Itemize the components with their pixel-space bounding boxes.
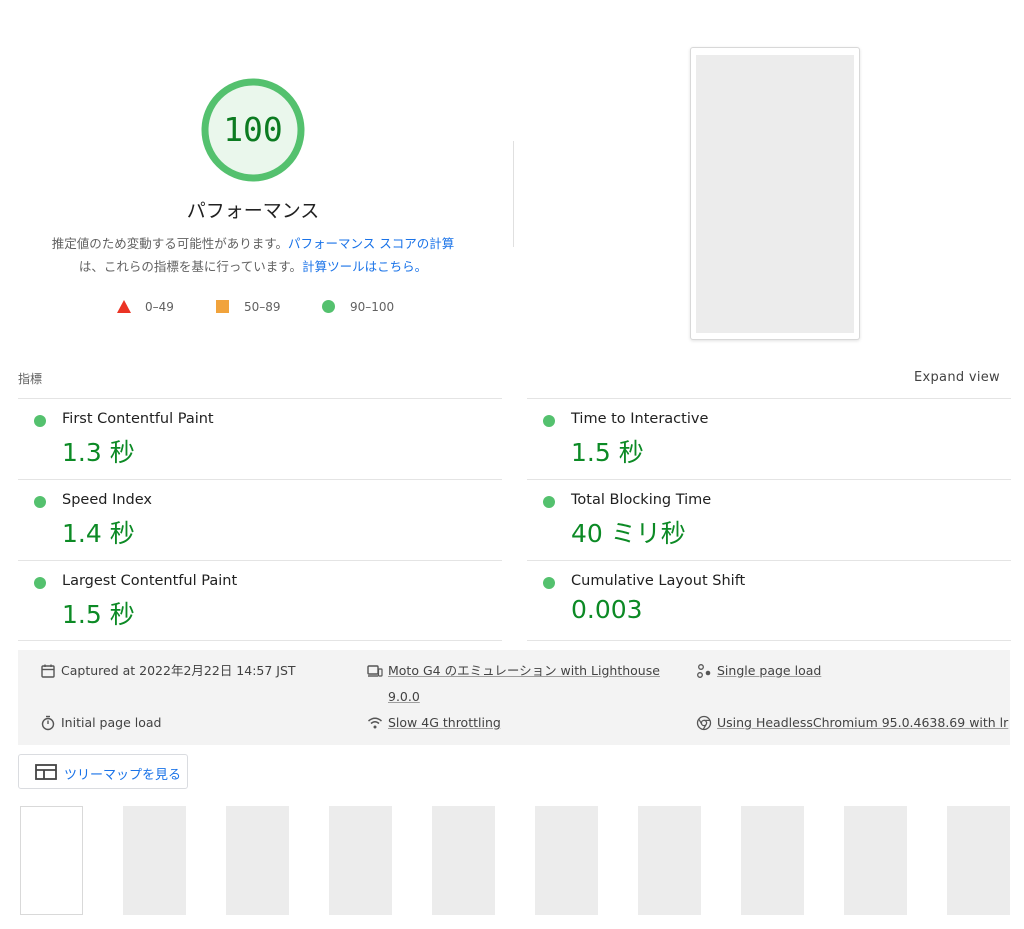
initial-page-load-text: Initial page load [61,715,162,730]
view-treemap-button[interactable]: ツリーマップを見る [18,754,188,789]
metric-total-blocking-time: Total Blocking Time 40 ミリ秒 [527,479,1011,560]
triangle-icon [117,300,131,313]
pass-circle-icon [34,577,46,589]
metric-time-to-interactive: Time to Interactive 1.5 秒 [527,398,1011,479]
filmstrip-frame [226,806,289,915]
legend-label: 50–89 [244,300,281,314]
wifi-icon [368,717,382,729]
metric-value: 1.5 秒 [62,600,135,629]
metric-name: Speed Index [62,492,152,508]
final-screenshot-image [696,55,854,333]
filmstrip-frame [432,806,495,915]
square-icon [216,300,229,313]
calendar-icon [41,664,55,678]
category-title: パフォーマンス [186,200,320,222]
filmstrip-frame [535,806,598,915]
lighthouse-version-text[interactable]: 9.0.0 [388,684,420,710]
score-description: 推定値のため変動する可能性があります。パフォーマンス スコアの計算 は、これらの… [0,232,506,278]
metric-first-contentful-paint: First Contentful Paint 1.3 秒 [18,398,502,479]
metric-speed-index: Speed Index 1.4 秒 [18,479,502,560]
filmstrip-frame [20,806,83,915]
performance-gauge: 100 [200,77,306,183]
metric-name: Largest Contentful Paint [62,573,238,589]
metric-name: Time to Interactive [571,411,709,427]
metric-value: 40 ミリ秒 [571,519,686,548]
vertical-divider [513,141,514,247]
description-line-1: 推定値のため変動する可能性があります。パフォーマンス スコアの計算 [0,232,506,255]
metric-name: First Contentful Paint [62,411,214,427]
metric-value: 1.5 秒 [571,438,644,467]
final-screenshot[interactable] [690,47,860,340]
metric-largest-contentful-paint: Largest Contentful Paint 1.5 秒 [18,560,502,641]
filmstrip-frame [329,806,392,915]
pass-circle-icon [543,496,555,508]
metric-name: Total Blocking Time [571,492,712,508]
metric-name: Cumulative Layout Shift [571,573,746,589]
nodes-icon [697,664,711,678]
devices-icon [367,665,383,677]
captured-at-text: Captured at 2022年2月22日 14:57 JST [61,663,296,678]
network-throttling-text[interactable]: Slow 4G throttling [388,710,501,736]
metric-value: 0.003 [571,595,643,624]
filmstrip-frame [741,806,804,915]
load-type-text[interactable]: Single page load [717,658,821,684]
device-emulation-text[interactable]: Moto G4 のエミュレーション with Lighthouse [388,658,660,684]
description-text-1: 推定値のため変動する可能性があります。 [51,236,289,251]
browser-info-text[interactable]: Using HeadlessChromium 95.0.4638.69 with… [717,710,1008,736]
circle-icon [322,300,335,313]
pass-circle-icon [34,415,46,427]
run-info-panel: Captured at 2022年2月22日 14:57 JST Moto G4… [18,650,1010,745]
legend-label: 90–100 [350,300,395,314]
score-calculation-link[interactable]: パフォーマンス スコアの計算 [288,236,454,251]
metrics-header: 指標 [18,372,43,386]
treemap-icon [35,764,57,780]
view-treemap-label[interactable]: ツリーマップを見る [64,764,181,783]
pass-circle-icon [543,577,555,589]
metric-value: 1.3 秒 [62,438,135,467]
description-text-2: は、これらの指標を基に行っています。 [78,259,303,274]
filmstrip-frame [844,806,907,915]
legend-label: 0–49 [145,300,174,314]
description-line-2: は、これらの指標を基に行っています。計算ツールはこちら。 [0,255,506,278]
pass-circle-icon [34,496,46,508]
filmstrip-frame [947,806,1010,915]
score-value: 100 [223,110,283,149]
score-legend: 0–49 50–89 90–100 [0,297,506,317]
filmstrip-frame [123,806,186,915]
calculator-link[interactable]: 計算ツールはこちら。 [302,259,427,274]
expand-view-toggle[interactable]: Expand view [914,370,1000,385]
metric-value: 1.4 秒 [62,519,135,548]
chrome-icon [696,715,712,731]
timer-icon [41,715,55,731]
pass-circle-icon [543,415,555,427]
filmstrip-frame [638,806,701,915]
metric-cumulative-layout-shift: Cumulative Layout Shift 0.003 [527,560,1011,641]
